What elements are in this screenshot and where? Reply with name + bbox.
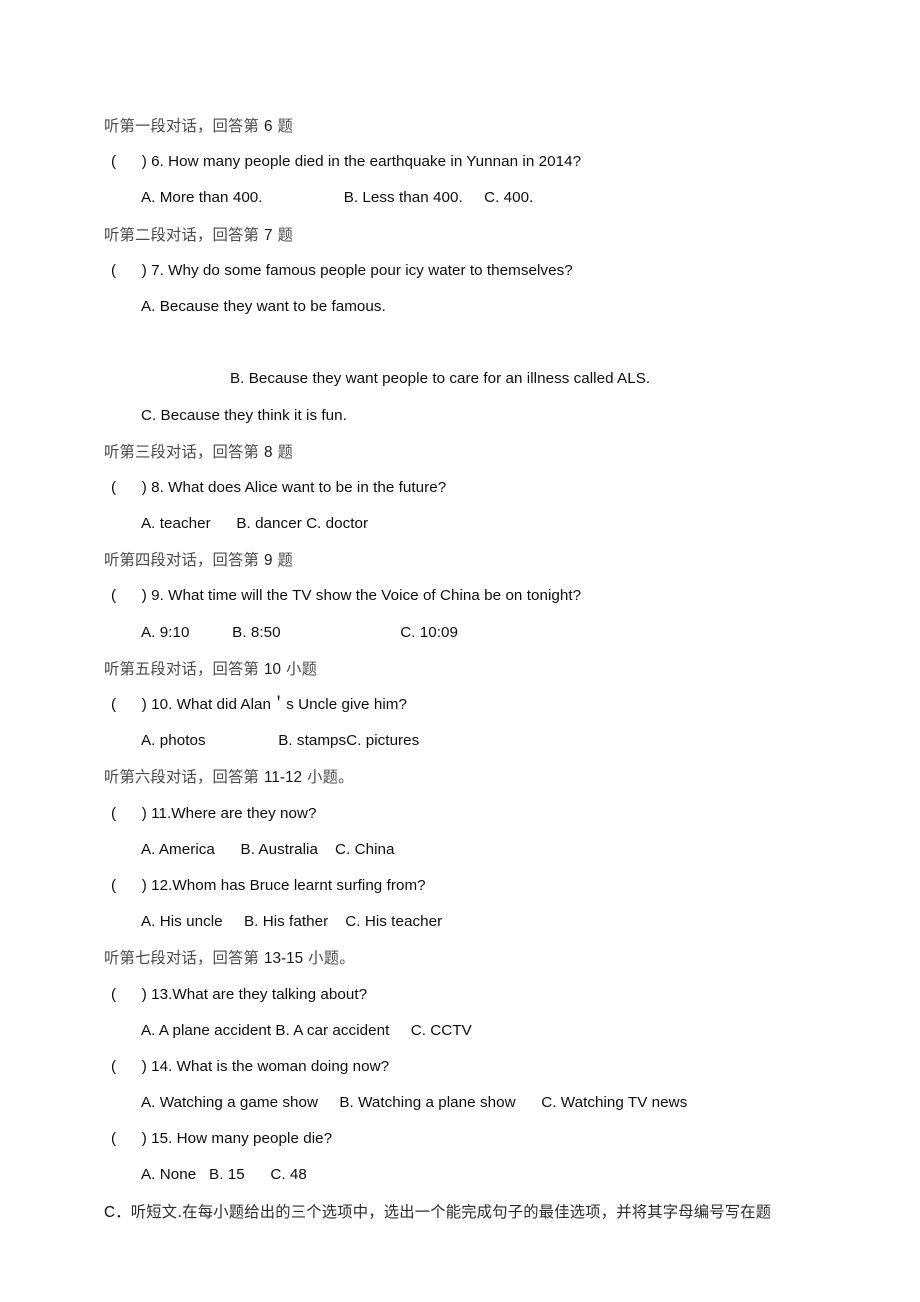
section-c-instruction-text: 听短文.在每小题给出的三个选项中，选出一个能完成句子的最佳选项，并将其字母编号写… (130, 1202, 772, 1221)
exam-content: 听第一段对话，回答第 6 题 ( ) 6. How many people die… (104, 108, 864, 1230)
question-11: ( ) 11.Where are they now? (111, 804, 317, 822)
question-13: ( ) 13.What are they talking about? (111, 985, 368, 1003)
question-10: ( ) 10. What did Alan＇s Uncle give him? (111, 696, 407, 713)
head-dialogue-2: 听第二段对话，回答第 7 题 (104, 217, 864, 253)
head-dialogue-3: 听第三段对话，回答第 8 题 (104, 434, 864, 470)
head-dialogue-2-suffix: 题 (272, 225, 294, 244)
head-dialogue-3-suffix: 题 (272, 442, 294, 461)
head-dialogue-7: 听第七段对话，回答第 13-15 小题。 (104, 940, 864, 976)
head-dialogue-4: 听第四段对话，回答第 9 题 (104, 542, 864, 578)
head-dialogue-4-suffix: 题 (272, 551, 294, 570)
head-dialogue-4-number: 9 (264, 552, 273, 570)
head-dialogue-6: 听第六段对话，回答第 11-12 小题。 (104, 759, 864, 795)
head-dialogue-2-number: 7 (264, 226, 273, 244)
options-15: A. None B. 15 C. 48 (141, 1166, 307, 1184)
options-13: A. A plane accident B. A car accident C.… (141, 1021, 472, 1039)
question-6: ( ) 6. How many people died in the earth… (111, 153, 582, 171)
question-7: ( ) 7. Why do some famous people pour ic… (111, 261, 573, 279)
head-dialogue-7-suffix: 小题。 (303, 949, 355, 968)
options-7-c: C. Because they think it is fun. (141, 406, 347, 424)
head-dialogue-6-suffix: 小题。 (302, 768, 354, 787)
section-c-instruction-lead: C． (104, 1203, 131, 1221)
section-c-instruction: C．听短文.在每小题给出的三个选项中，选出一个能完成句子的最佳选项，并将其字母编… (104, 1194, 864, 1230)
head-dialogue-3-number: 8 (264, 443, 273, 461)
head-dialogue-7-number: 13-15 (264, 950, 304, 968)
head-dialogue-6-prefix: 听第六段对话，回答第 (104, 768, 265, 787)
head-dialogue-5: 听第五段对话，回答第 10 小题 (104, 651, 864, 687)
options-12: A. His uncle B. His father C. His teache… (141, 913, 443, 931)
options-8: A. teacher B. dancer C. doctor (141, 515, 369, 533)
head-dialogue-1-number: 6 (264, 118, 273, 135)
question-15: ( ) 15. How many people die? (111, 1130, 333, 1148)
head-dialogue-1-prefix: 听第一段对话，回答第 (104, 117, 265, 135)
head-dialogue-6-number: 11-12 (264, 769, 303, 787)
question-9: ( ) 9. What time will the TV show the Vo… (111, 587, 582, 605)
head-dialogue-1-suffix: 题 (272, 117, 294, 135)
question-12: ( ) 12.Whom has Bruce learnt surfing fro… (111, 876, 426, 894)
head-dialogue-2-prefix: 听第二段对话，回答第 (104, 225, 265, 244)
options-7-b: B. Because they want people to care for … (230, 370, 651, 388)
options-9: A. 9:10 B. 8:50 C. 10:09 (141, 623, 459, 641)
exam-page: 听第一段对话，回答第 6 题 ( ) 6. How many people die… (0, 0, 920, 1302)
head-dialogue-4-prefix: 听第四段对话，回答第 (104, 551, 265, 570)
options-11: A. America B. Australia C. China (141, 840, 395, 858)
head-dialogue-7-prefix: 听第七段对话，回答第 (104, 949, 265, 968)
options-14: A. Watching a game show B. Watching a pl… (141, 1094, 688, 1112)
options-7-a: A. Because they want to be famous. (141, 297, 386, 315)
head-dialogue-5-suffix: 小题 (281, 659, 318, 678)
head-dialogue-5-prefix: 听第五段对话，回答第 (104, 659, 265, 678)
question-14: ( ) 14. What is the woman doing now? (111, 1057, 390, 1075)
head-dialogue-3-prefix: 听第三段对话，回答第 (104, 442, 265, 461)
head-dialogue-5-number: 10 (264, 660, 282, 678)
question-8: ( ) 8. What does Alice want to be in the… (111, 478, 447, 496)
head-dialogue-1: 听第一段对话，回答第 6 题 (104, 108, 864, 144)
options-6: A. More than 400. B. Less than 400. C. 4… (141, 189, 534, 207)
options-10: A. photos B. stampsC. pictures (141, 732, 420, 750)
